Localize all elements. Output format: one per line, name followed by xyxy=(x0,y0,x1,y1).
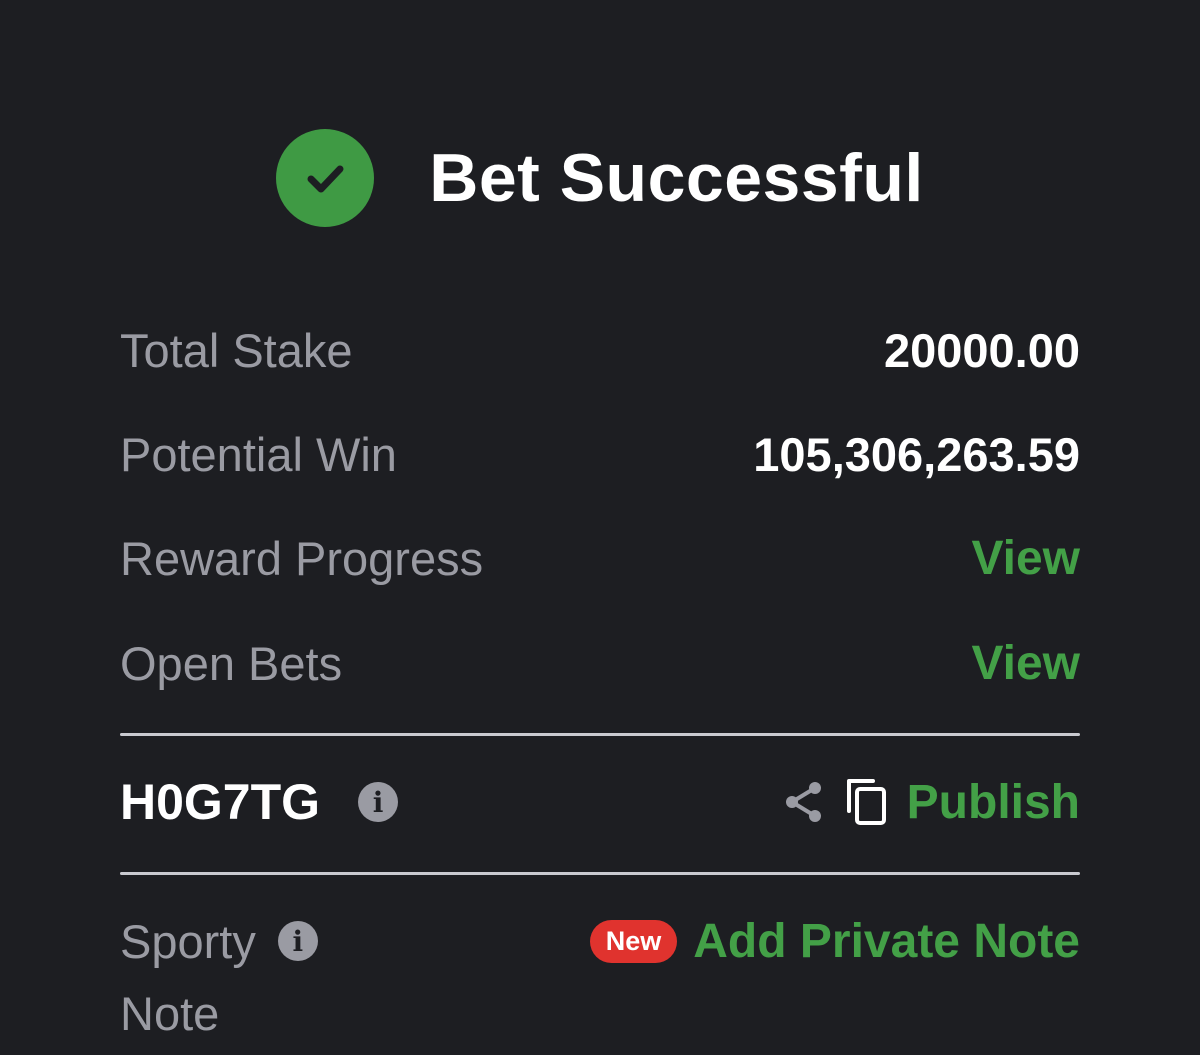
booking-code-row: H0G7TG i Publish xyxy=(120,767,1080,837)
sporty-note-line2: Note xyxy=(120,977,380,1049)
potential-win-value: 105,306,263.59 xyxy=(753,427,1080,481)
share-icon[interactable] xyxy=(783,780,825,824)
reward-progress-label: Reward Progress xyxy=(120,531,484,585)
total-stake-label: Total Stake xyxy=(120,323,353,377)
add-private-note-group: New Add Private Note xyxy=(589,905,1080,977)
open-bets-label: Open Bets xyxy=(120,636,343,690)
sporty-note-label-word2: Note xyxy=(120,986,220,1040)
bet-confirmation-screen: Bet Successful Total Stake 20000.00 Pote… xyxy=(0,0,1200,1055)
divider xyxy=(120,733,1080,736)
reward-progress-view-link[interactable]: View xyxy=(971,531,1080,586)
sporty-note-label-word1: Sporty xyxy=(120,914,256,968)
success-header: Bet Successful xyxy=(0,128,1200,228)
open-bets-row: Open Bets View xyxy=(120,628,1080,698)
copy-icon[interactable] xyxy=(845,777,889,827)
open-bets-view-link[interactable]: View xyxy=(971,636,1080,691)
potential-win-label: Potential Win xyxy=(120,427,397,481)
checkmark-glyph xyxy=(307,165,344,193)
checkmark-icon xyxy=(276,129,375,227)
publish-button[interactable]: Publish xyxy=(907,775,1080,830)
add-private-note-button[interactable]: Add Private Note xyxy=(693,914,1080,969)
info-icon[interactable]: i xyxy=(277,921,318,961)
total-stake-row: Total Stake 20000.00 xyxy=(120,315,1080,385)
potential-win-row: Potential Win 105,306,263.59 xyxy=(120,419,1080,489)
total-stake-value: 20000.00 xyxy=(883,323,1080,377)
sporty-note-label-group: Sporty i Note xyxy=(120,905,380,1049)
info-icon[interactable]: i xyxy=(358,782,399,822)
booking-code[interactable]: H0G7TG xyxy=(120,773,320,831)
booking-actions: Publish xyxy=(783,775,1080,830)
booking-code-group: H0G7TG i xyxy=(120,773,399,831)
new-badge: New xyxy=(589,919,678,963)
reward-progress-row: Reward Progress View xyxy=(120,523,1080,593)
divider xyxy=(120,872,1080,875)
sporty-note-line1: Sporty i xyxy=(120,905,380,977)
page-title: Bet Successful xyxy=(429,140,924,216)
